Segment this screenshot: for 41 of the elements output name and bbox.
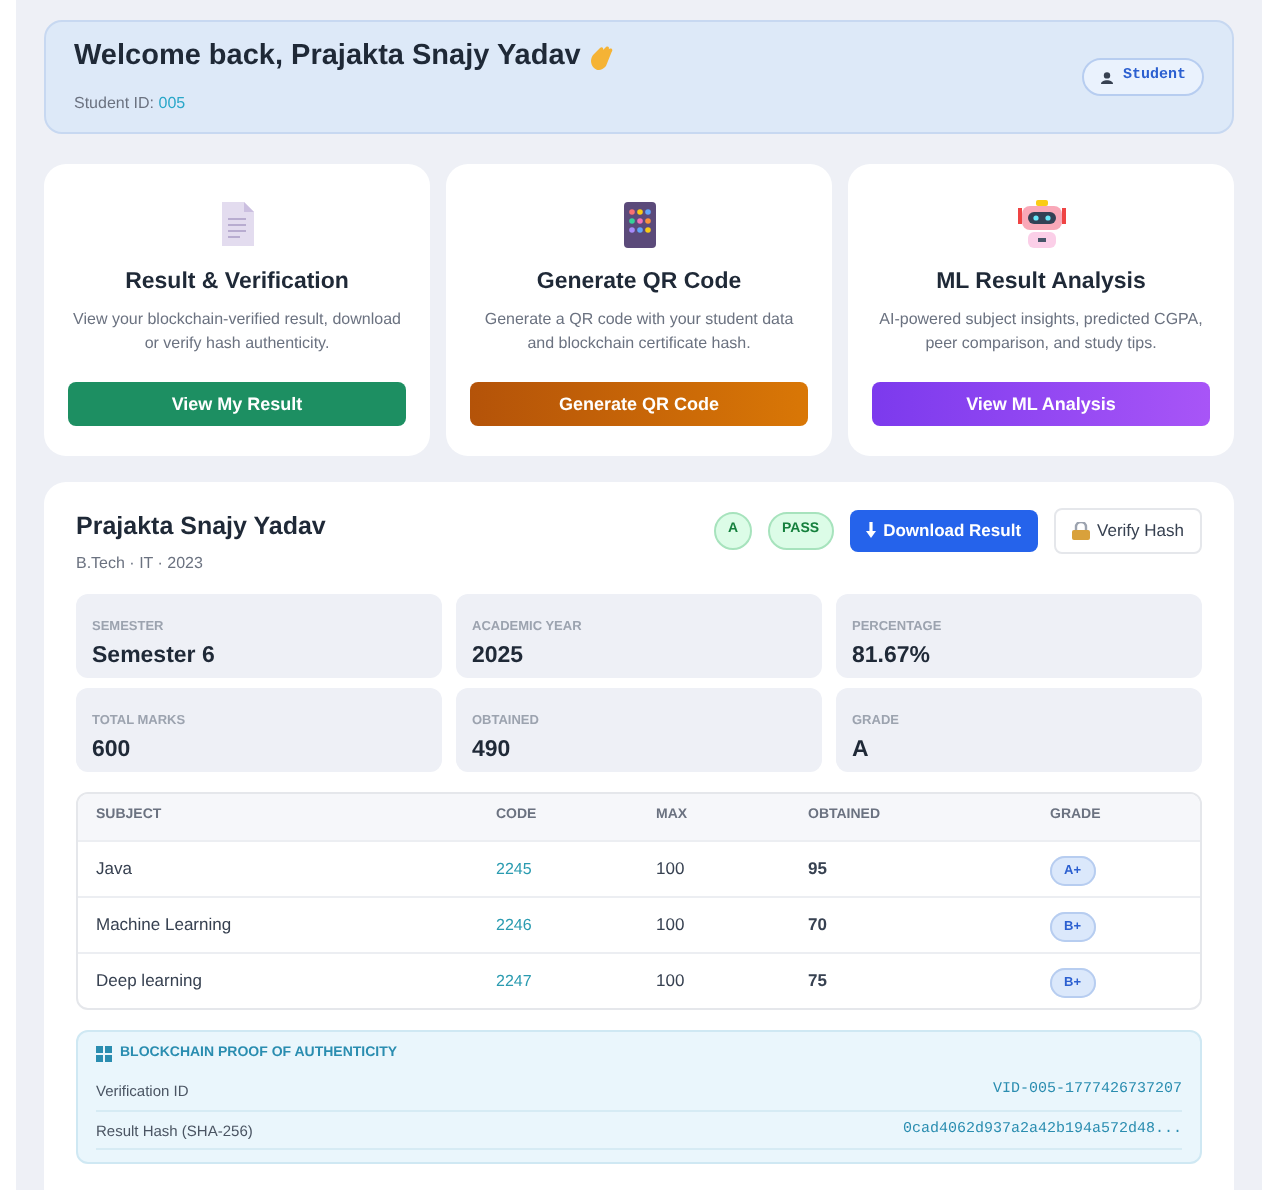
- code-cell: 2247: [496, 971, 532, 990]
- code-cell: 2245: [496, 859, 532, 878]
- card-description: View your blockchain-verified result, download or verify hash authenticity.: [73, 310, 401, 352]
- action-button[interactable]: View My Result: [68, 382, 406, 427]
- welcome-title: Welcome back, Prajakta Snajy Yadav: [74, 38, 581, 77]
- lock-icon: [1071, 521, 1090, 540]
- obtained-cell: 75: [808, 969, 827, 990]
- student-id: Student ID: 005: [74, 93, 186, 112]
- program-subtitle: B.Tech · IT · 2023: [76, 551, 205, 576]
- robot-icon: [1017, 200, 1065, 248]
- stat-value: 2025: [472, 643, 524, 668]
- max-cell: 100: [656, 913, 685, 934]
- card-title: Result & Verification: [123, 268, 351, 298]
- card-description: AI-powered subject insights, predicted CGPA, peer comparison, and study tips.: [879, 310, 1203, 352]
- max-cell: 100: [656, 969, 685, 990]
- stat-value: 490: [472, 737, 511, 762]
- subject-cell: Machine Learning: [96, 913, 232, 934]
- action-button[interactable]: Generate QR Code: [470, 382, 808, 427]
- subject-cell: Java: [96, 857, 132, 878]
- tablet-icon: [623, 201, 655, 247]
- max-cell: 100: [656, 857, 685, 878]
- obtained-cell: 95: [808, 857, 827, 878]
- code-cell: 2246: [496, 915, 532, 934]
- action-button[interactable]: View ML Analysis: [872, 382, 1210, 427]
- download-button[interactable]: Download Result: [849, 510, 1038, 552]
- waving-hand-icon: [588, 44, 615, 72]
- card-description: Generate a QR code with your student data and blockchain certificate hash.: [484, 310, 794, 352]
- download-icon: [865, 522, 876, 539]
- verify-button[interactable]: Verify Hash: [1053, 508, 1202, 554]
- stat-value: A: [852, 737, 869, 762]
- card-title: Generate QR Code: [534, 268, 744, 298]
- obtained-cell: 70: [808, 913, 827, 934]
- document-icon: [219, 202, 255, 246]
- blocks-icon: [96, 1046, 112, 1062]
- student-name: Prajakta Snajy Yadav: [76, 510, 326, 544]
- subject-cell: Deep learning: [96, 969, 202, 990]
- stat-value: 81.67%: [852, 643, 931, 668]
- stat-value: Semester 6: [92, 643, 215, 668]
- card-title: ML Result Analysis: [934, 268, 1148, 298]
- stat-value: 600: [92, 737, 131, 762]
- person-icon: [1100, 71, 1115, 83]
